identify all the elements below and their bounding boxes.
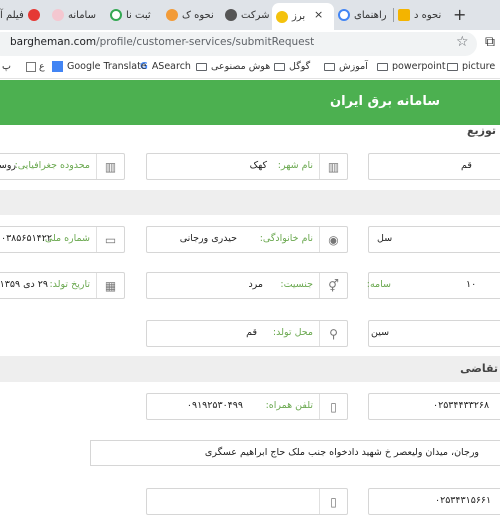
phone-field[interactable]: ۰۲۵۳۴۴۳۳۲۶۸ xyxy=(368,393,500,420)
bookmark-asearch[interactable]: G ASearch xyxy=(140,61,191,72)
tab-favicon-icon xyxy=(166,9,178,21)
bookmark-google[interactable]: گوگل xyxy=(274,61,310,72)
folder-icon xyxy=(377,62,388,71)
national-id-field[interactable]: ▭ شماره ملی: ۰۳۸۵۶۵۱۴۲۲ xyxy=(0,226,125,253)
tab-how-to[interactable]: نحوه د xyxy=(398,3,448,27)
bookmark-picture[interactable]: picture xyxy=(447,61,495,72)
folder-icon xyxy=(324,62,335,71)
bookmark-item[interactable]: پ xyxy=(2,61,11,72)
section-divider xyxy=(0,190,500,215)
building-icon: ▥ xyxy=(96,154,124,179)
tab-favicon-icon xyxy=(27,9,40,21)
tab-movie[interactable]: فیلم آ xyxy=(0,3,46,27)
region-field[interactable]: ▥ محدوده جغرافیایی: روستای xyxy=(0,153,125,180)
tab-company[interactable]: شرکت xyxy=(225,3,269,27)
tab-register[interactable]: ثبت نا xyxy=(110,3,160,27)
calendar-icon: ▦ xyxy=(96,273,124,298)
birthdate-field[interactable]: ▦ تاریخ تولد: ۲۹ دی ۱۳۵۹ xyxy=(0,272,125,299)
folder-icon xyxy=(447,62,458,71)
id-number-field[interactable]: سامه: ۱۰ xyxy=(367,272,500,299)
folder-icon xyxy=(274,62,285,71)
google-icon xyxy=(110,9,122,21)
tab-active-barg[interactable]: برز xyxy=(272,3,334,30)
postal-code-field[interactable]: ۰۲۵۳۴۳۱۵۶۶۱ xyxy=(368,488,500,515)
user-icon: ◉ xyxy=(319,227,347,252)
gender-icon: ⚥ xyxy=(319,273,347,298)
site-favicon-icon xyxy=(276,10,288,23)
extensions-icon[interactable]: ⧉ xyxy=(485,34,495,50)
tab-how-to-2[interactable]: نحوه ک xyxy=(166,3,218,27)
tab-system[interactable]: سامانه xyxy=(52,3,104,27)
page-icon xyxy=(26,61,36,72)
bookmark-ai[interactable]: هوش مصنوعی xyxy=(196,61,270,72)
birthplace-field[interactable]: ⚲ محل تولد: قم xyxy=(146,320,348,347)
section-applicant-title: تقاضی xyxy=(460,362,498,375)
url-text[interactable]: bargheman.com/profile/customer-services/… xyxy=(10,36,314,48)
bookmark-star-icon[interactable]: ☆ xyxy=(456,34,469,50)
id-card-icon: ▭ xyxy=(96,227,124,252)
bookmark-google-translate[interactable]: Google Translate xyxy=(52,61,147,72)
new-tab-button[interactable]: + xyxy=(453,5,466,24)
father-name-field[interactable]: سین xyxy=(368,320,500,347)
tab-favicon-icon xyxy=(398,9,410,21)
section-distribution-title: توزیع xyxy=(466,124,496,137)
mobile-field[interactable]: ▯ تلفن همراه: ۰۹۱۹۲۵۳۰۴۹۹ xyxy=(146,393,348,420)
folder-icon xyxy=(196,62,207,71)
address-field[interactable]: ورجان، میدان ولیعصر خ شهید دادخواه جنب م… xyxy=(90,440,500,466)
building-icon: ▥ xyxy=(319,154,347,179)
tab-separator xyxy=(393,8,394,22)
gender-field[interactable]: ⚥ جنسیت: مرد xyxy=(146,272,348,299)
google-icon xyxy=(338,9,350,21)
translate-icon xyxy=(52,61,63,72)
site-title: سامانه برق ایران xyxy=(330,94,440,109)
tab-favicon-icon xyxy=(52,9,64,21)
first-name-field[interactable]: سل xyxy=(368,226,500,253)
form-field[interactable]: ▯ xyxy=(146,488,348,515)
bookmark-powerpoint[interactable]: powerpoint xyxy=(377,61,446,72)
tab-guide[interactable]: راهنمای xyxy=(338,3,390,27)
bookmark-training[interactable]: آموزش xyxy=(324,61,368,72)
family-name-field[interactable]: ◉ نام خانوادگی: حیدری ورجانی xyxy=(146,226,348,253)
city-field[interactable]: ▥ نام شهر: کهک xyxy=(146,153,348,180)
mobile-phone-icon: ▯ xyxy=(319,394,347,419)
bookmark-item[interactable]: ع xyxy=(26,61,45,72)
close-tab-icon[interactable]: × xyxy=(314,8,323,21)
province-field[interactable]: قم xyxy=(368,153,500,180)
tab-favicon-icon xyxy=(225,9,237,21)
location-pin-icon: ⚲ xyxy=(319,321,347,346)
field-icon: ▯ xyxy=(319,489,347,514)
